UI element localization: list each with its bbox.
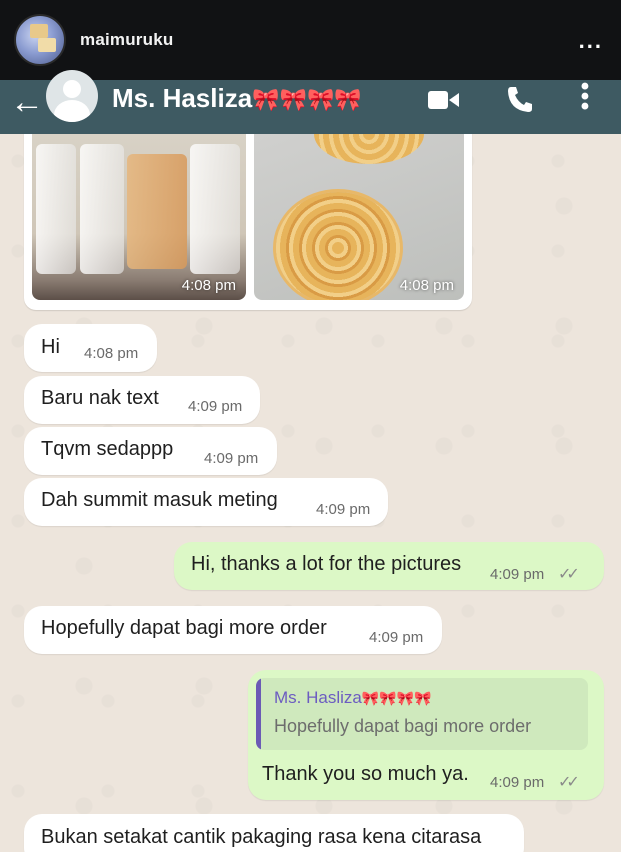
- message-text: Bukan setakat cantik pakaging rasa kena …: [41, 826, 482, 848]
- message-time: 4:09 pm: [490, 774, 545, 791]
- message-time: 4:09 pm: [204, 450, 259, 467]
- contact-avatar[interactable]: [46, 70, 98, 122]
- message-time: 4:08 pm: [399, 277, 454, 294]
- incoming-message[interactable]: Baru nak text 4:09 pm: [24, 376, 260, 424]
- image-message-group[interactable]: 4:08 pm 4:08 pm: [24, 134, 472, 310]
- chat-area[interactable]: 4:08 pm 4:08 pm Hi 4:08 pm Baru nak text…: [0, 134, 621, 852]
- incoming-message[interactable]: Tqvm sedappp 4:09 pm: [24, 427, 277, 475]
- arrow-left-icon[interactable]: ←: [10, 82, 44, 122]
- quoted-sender: Ms. Hasliza🎀🎀🎀🎀: [274, 688, 432, 707]
- video-camera-icon[interactable]: [428, 88, 460, 112]
- message-time: 4:08 pm: [84, 345, 139, 362]
- message-text: Hi, thanks a lot for the pictures: [191, 553, 462, 575]
- message-time: 4:09 pm: [490, 566, 545, 583]
- bow-emoji: 🎀🎀🎀🎀: [361, 690, 432, 706]
- quoted-text: Hopefully dapat bagi more order: [274, 716, 532, 736]
- message-time: 4:09 pm: [316, 501, 371, 518]
- message-text: Tqvm sedappp: [41, 438, 174, 460]
- phone-icon[interactable]: [505, 84, 535, 114]
- profile-avatar[interactable]: [14, 14, 66, 66]
- message-text: Hopefully dapat bagi more order: [41, 617, 327, 639]
- photo-murukku[interactable]: 4:08 pm: [254, 134, 464, 300]
- message-text: Dah summit masuk meting: [41, 489, 278, 511]
- double-check-icon: ✓✓: [558, 566, 580, 583]
- outgoing-reply-message[interactable]: Ms. Hasliza🎀🎀🎀🎀 Hopefully dapat bagi mor…: [248, 670, 604, 800]
- username[interactable]: maimuruku: [80, 30, 173, 50]
- more-vertical-icon[interactable]: • • •: [578, 75, 592, 119]
- message-time: 4:08 pm: [181, 277, 236, 294]
- incoming-message[interactable]: Dah summit masuk meting 4:09 pm: [24, 478, 388, 526]
- more-options-icon[interactable]: ...: [579, 28, 603, 54]
- photo-packaged-snacks[interactable]: 4:08 pm: [32, 134, 246, 300]
- message-text: Baru nak text: [41, 387, 159, 409]
- incoming-message[interactable]: Bukan setakat cantik pakaging rasa kena …: [24, 814, 524, 852]
- message-text: Thank you so much ya.: [262, 763, 469, 785]
- outgoing-message[interactable]: Hi, thanks a lot for the pictures 4:09 p…: [174, 542, 604, 590]
- message-time: 4:09 pm: [369, 629, 424, 646]
- instagram-story-header: maimuruku ...: [0, 0, 621, 82]
- contact-name[interactable]: Ms. Hasliza🎀🎀🎀🎀: [112, 83, 362, 114]
- bow-emoji: 🎀🎀🎀🎀: [252, 87, 362, 112]
- chat-header: ← Ms. Hasliza🎀🎀🎀🎀 • • •: [0, 70, 621, 134]
- incoming-message[interactable]: Hi 4:08 pm: [24, 324, 157, 372]
- incoming-message[interactable]: Hopefully dapat bagi more order 4:09 pm: [24, 606, 442, 654]
- quoted-message[interactable]: Ms. Hasliza🎀🎀🎀🎀 Hopefully dapat bagi mor…: [256, 678, 588, 750]
- message-text: Hi: [41, 336, 60, 358]
- message-time: 4:09 pm: [188, 398, 243, 415]
- double-check-icon: ✓✓: [558, 774, 580, 791]
